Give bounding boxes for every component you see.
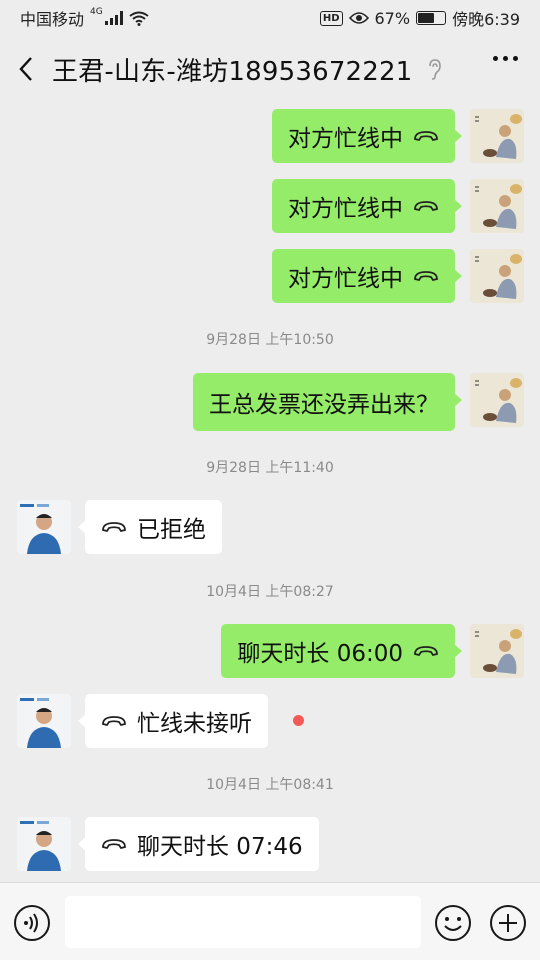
message-bubble-outgoing[interactable]: 聊天时长 06:00 [221,624,462,678]
plus-button[interactable] [489,904,527,946]
avatar-self[interactable] [470,249,524,303]
avatar-self[interactable] [470,179,524,233]
phone-handset-icon [101,714,127,728]
message-bubble-incoming[interactable]: 忙线未接听 [78,694,268,748]
message-text: 忙线未接听 [137,711,252,737]
chat-header: 王君-山东-潍坊18953672221 [0,36,540,102]
message-timestamp: 9月28日 上午10:50 [206,332,334,348]
ear-icon [427,58,441,80]
status-time: 傍晚6:39 [452,10,520,29]
back-button[interactable] [0,36,52,102]
phone-handset-icon [413,199,439,213]
message-text: 已拒绝 [137,517,206,543]
emoji-button[interactable] [434,904,472,946]
message-text: 对方忙线中 [288,196,403,222]
message-timestamp: 10月4日 上午08:27 [206,584,334,600]
more-button[interactable] [493,56,518,61]
avatar-self[interactable] [470,373,524,427]
phone-handset-icon [413,129,439,143]
message-bubble-outgoing[interactable]: 对方忙线中 [272,109,462,163]
chat-title: 王君-山东-潍坊18953672221 [52,56,413,87]
wifi-icon [129,11,149,26]
eye-icon [348,12,369,24]
message-list[interactable] [0,102,540,882]
battery-icon [416,11,447,25]
network-type: 4G [90,7,103,17]
unread-dot [293,715,304,726]
message-bubble-incoming[interactable]: 聊天时长 07:46 [78,817,319,871]
status-bar-left: 中国移动 4G [20,6,149,30]
message-timestamp: 10月4日 上午08:41 [206,777,334,793]
message-text: 对方忙线中 [288,266,403,292]
phone-handset-icon [413,644,439,658]
chevron-left-icon [19,57,32,81]
status-bar-right: HD 67% 傍晚6:39 [319,6,520,30]
message-text: 王总发票还没弄出来？ [209,392,439,418]
message-text: 聊天时长 07:46 [137,834,303,860]
signal-icon [104,11,123,25]
avatar-contact[interactable] [17,694,71,748]
message-bubble-outgoing[interactable]: 对方忙线中 [272,179,462,233]
emoji-icon [435,905,471,941]
phone-handset-icon [413,269,439,283]
message-input[interactable] [65,896,421,948]
message-bubble-outgoing[interactable]: 对方忙线中 [272,249,462,303]
battery-level [418,13,435,23]
battery-percent: 67% [374,8,411,28]
avatar-contact[interactable] [17,817,71,871]
plus-icon [490,905,526,941]
avatar-contact[interactable] [17,500,71,554]
message-bubble-outgoing[interactable]: 王总发票还没弄出来？ [193,373,462,431]
carrier-name: 中国移动 [20,10,85,29]
avatar-self[interactable] [470,624,524,678]
message-bubble-incoming[interactable]: 已拒绝 [78,500,222,554]
hd-badge: HD [319,10,343,26]
message-timestamp: 9月28日 上午11:40 [206,460,334,476]
input-bar [0,882,540,960]
message-text: 聊天时长 06:00 [237,641,403,667]
voice-button[interactable] [13,904,51,946]
phone-handset-icon [101,520,127,534]
message-text: 对方忙线中 [288,126,403,152]
avatar-self[interactable] [470,109,524,163]
phone-handset-icon [101,837,127,851]
more-dots-icon [493,56,498,61]
voice-icon [14,905,50,941]
status-bar: 中国移动 4G HD 67% 傍晚6:39 [0,0,540,36]
